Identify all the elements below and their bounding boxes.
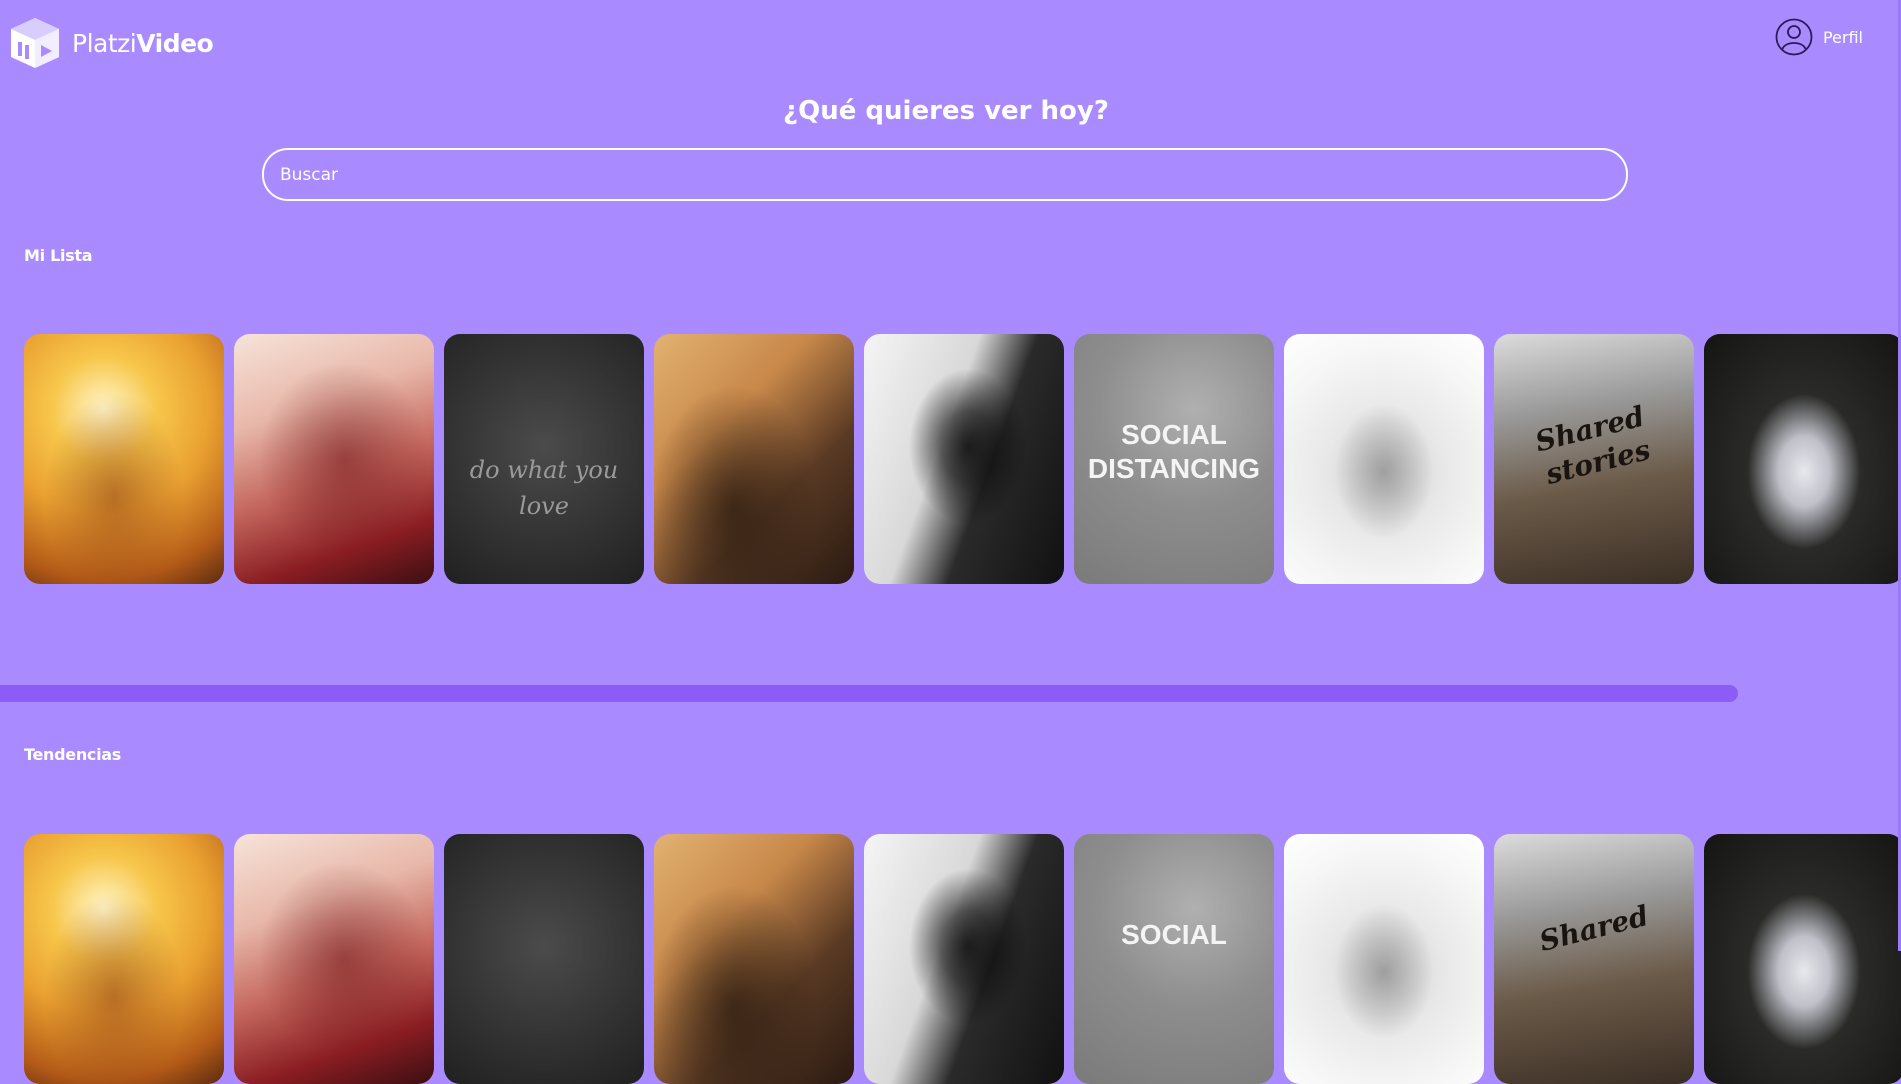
card-caption: SOCIAL DISTANCING xyxy=(1087,419,1261,484)
section-title-tendencias: Tendencias xyxy=(24,745,122,764)
carousel-scrollbar[interactable] xyxy=(0,685,1738,702)
carousel-item[interactable]: SOCIAL DISTANCING xyxy=(1074,334,1274,584)
logo-text-bold: Video xyxy=(136,28,214,58)
carousel-item[interactable] xyxy=(234,334,434,584)
carousel-item[interactable] xyxy=(654,334,854,584)
carousel-item[interactable] xyxy=(1284,334,1484,584)
card-caption: Shared xyxy=(1536,899,1652,958)
carousel-item[interactable]: Shared stories xyxy=(1494,334,1694,584)
carousel-mi-lista: do what you love SOCIAL DISTANCING Share… xyxy=(24,334,1901,584)
carousel-item[interactable] xyxy=(654,834,854,1084)
carousel-item[interactable] xyxy=(24,334,224,584)
page-title: ¿Qué quieres ver hoy? xyxy=(783,96,1109,126)
search-input[interactable] xyxy=(262,148,1628,201)
carousel-item[interactable] xyxy=(1284,834,1484,1084)
card-caption: do what you love xyxy=(469,456,619,520)
carousel-item[interactable] xyxy=(1704,334,1901,584)
card-caption: Shared stories xyxy=(1531,399,1654,491)
header: PlatziVideo Perfil xyxy=(0,0,1901,84)
logo-text: PlatziVideo xyxy=(72,28,214,58)
carousel-item[interactable] xyxy=(234,834,434,1084)
carousel-tendencias: SOCIAL Shared xyxy=(24,834,1901,1084)
card-caption: SOCIAL xyxy=(1121,919,1227,950)
carousel-item[interactable] xyxy=(24,834,224,1084)
logo-text-light: Platzi xyxy=(72,28,137,58)
section-title-mi-lista: Mi Lista xyxy=(24,246,93,265)
cube-play-icon xyxy=(11,18,59,68)
user-avatar-icon xyxy=(1775,18,1813,56)
carousel-item[interactable]: do what you love xyxy=(444,334,644,584)
carousel-item[interactable]: SOCIAL xyxy=(1074,834,1274,1084)
carousel-item[interactable] xyxy=(864,834,1064,1084)
carousel-item[interactable]: Shared xyxy=(1494,834,1694,1084)
profile-label: Perfil xyxy=(1822,27,1863,47)
platzi-video-logo[interactable]: PlatziVideo xyxy=(8,16,214,70)
carousel-item[interactable] xyxy=(444,834,644,1084)
profile-button[interactable]: Perfil xyxy=(1775,18,1863,56)
carousel-item[interactable] xyxy=(1704,834,1901,1084)
carousel-item[interactable] xyxy=(864,334,1064,584)
